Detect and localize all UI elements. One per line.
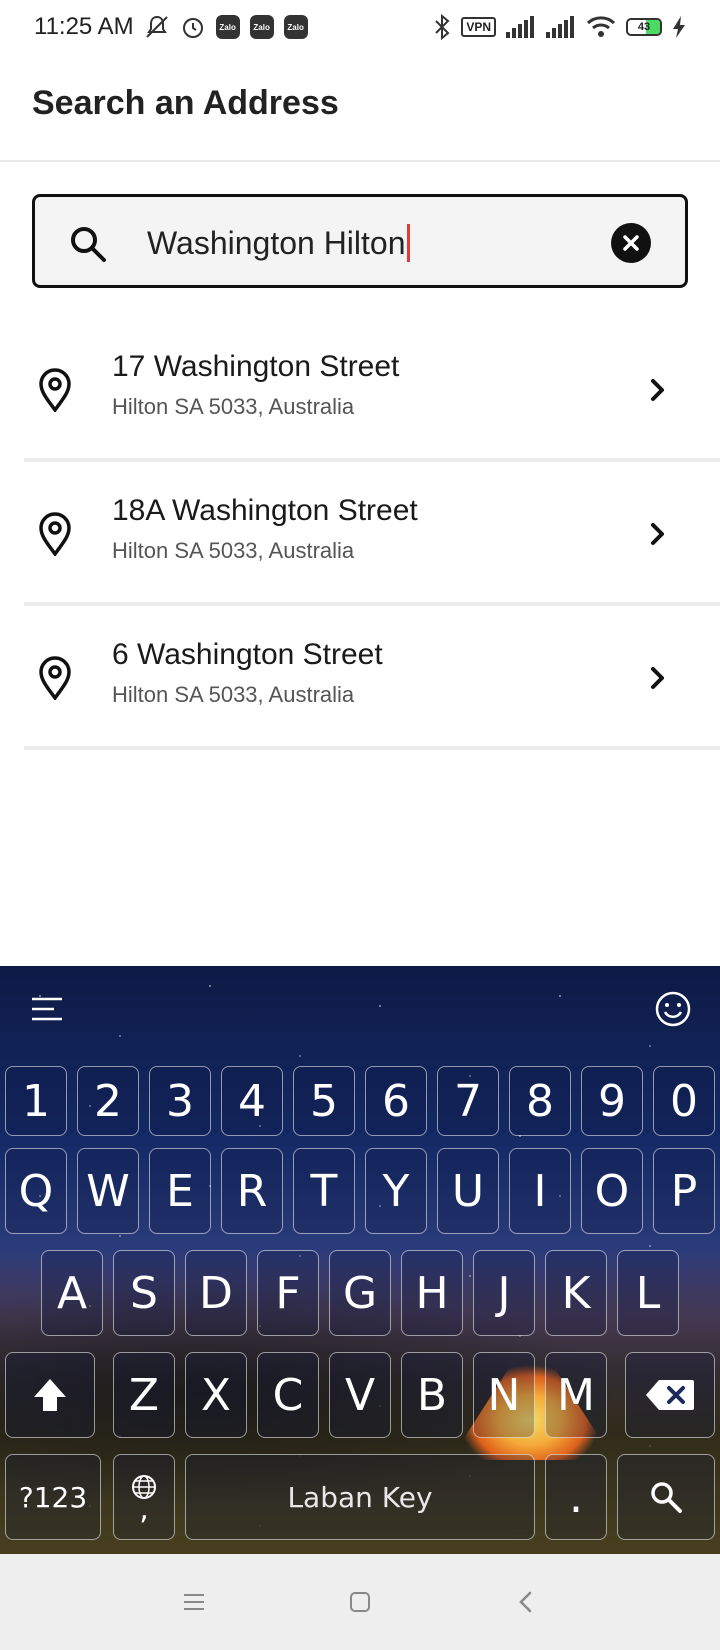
- signal-icon: [546, 16, 576, 38]
- result-subtitle: Hilton SA 5033, Australia: [112, 394, 355, 419]
- search-icon: [69, 225, 107, 263]
- clear-search-button[interactable]: [611, 223, 651, 263]
- shift-icon: [34, 1379, 66, 1411]
- key-t[interactable]: T: [293, 1148, 355, 1234]
- chevron-right-icon: [648, 376, 668, 404]
- recent-apps-button[interactable]: [176, 1584, 212, 1620]
- key-y[interactable]: Y: [365, 1148, 427, 1234]
- text-caret: [406, 224, 410, 262]
- chevron-right-icon: [648, 664, 668, 692]
- vpn-icon: VPN: [461, 17, 496, 37]
- key-e[interactable]: E: [149, 1148, 211, 1234]
- key-x[interactable]: X: [185, 1352, 247, 1438]
- status-time: 11:25 AM: [34, 13, 134, 40]
- key-2[interactable]: 2: [77, 1066, 139, 1136]
- address-result-item[interactable]: 17 Washington Street Hilton SA 5033, Aus…: [24, 318, 720, 462]
- key-r[interactable]: R: [221, 1148, 283, 1234]
- key-j[interactable]: J: [473, 1250, 535, 1336]
- close-icon: [623, 235, 639, 251]
- key-5[interactable]: 5: [293, 1066, 355, 1136]
- zalo-icon: Zalo: [283, 15, 308, 39]
- key-m[interactable]: M: [545, 1352, 607, 1438]
- key-b[interactable]: B: [401, 1352, 463, 1438]
- key-n[interactable]: N: [473, 1352, 535, 1438]
- key-f[interactable]: F: [257, 1250, 319, 1336]
- key-s[interactable]: S: [113, 1250, 175, 1336]
- search-icon: [651, 1482, 682, 1513]
- keyboard-toolbar: [0, 966, 720, 1050]
- key-g[interactable]: G: [329, 1250, 391, 1336]
- signal-icon: [506, 16, 536, 38]
- backspace-key[interactable]: [625, 1352, 715, 1438]
- on-screen-keyboard: 1 2 3 4 5 6 7 8 9 0 Q W E R T Y U I O P …: [0, 966, 720, 1554]
- key-u[interactable]: U: [437, 1148, 499, 1234]
- location-pin-icon: [38, 512, 72, 557]
- alarm-icon: [180, 14, 206, 40]
- location-pin-icon: [38, 368, 72, 413]
- key-l[interactable]: L: [617, 1250, 679, 1336]
- wifi-icon: [586, 15, 616, 39]
- status-bar: 11:25 AM Zalo Zalo Zalo VPN 43: [0, 0, 720, 54]
- key-9[interactable]: 9: [581, 1066, 643, 1136]
- emoji-icon[interactable]: [654, 990, 692, 1028]
- back-button[interactable]: [508, 1584, 544, 1620]
- keyboard-menu-icon[interactable]: [30, 996, 64, 1022]
- chevron-right-icon: [648, 520, 668, 548]
- space-key[interactable]: Laban Key: [185, 1454, 535, 1540]
- result-title: 17 Washington Street: [112, 350, 400, 383]
- key-z[interactable]: Z: [113, 1352, 175, 1438]
- key-q[interactable]: Q: [5, 1148, 67, 1234]
- key-7[interactable]: 7: [437, 1066, 499, 1136]
- key-w[interactable]: W: [77, 1148, 139, 1234]
- period-key[interactable]: .: [545, 1454, 607, 1540]
- app-header: Search an Address: [0, 54, 720, 162]
- page-title: Search an Address: [32, 84, 339, 122]
- shift-key[interactable]: [5, 1352, 95, 1438]
- result-title: 6 Washington Street: [112, 638, 383, 671]
- home-button[interactable]: [342, 1584, 378, 1620]
- address-search-box[interactable]: Washington Hilton: [32, 194, 688, 288]
- zalo-icon: Zalo: [249, 15, 274, 39]
- key-i[interactable]: I: [509, 1148, 571, 1234]
- key-6[interactable]: 6: [365, 1066, 427, 1136]
- key-a[interactable]: A: [41, 1250, 103, 1336]
- result-subtitle: Hilton SA 5033, Australia: [112, 682, 355, 707]
- result-title: 18A Washington Street: [112, 494, 418, 527]
- system-navigation-bar: [0, 1554, 720, 1650]
- language-comma-key[interactable]: ,: [113, 1454, 175, 1540]
- key-p[interactable]: P: [653, 1148, 715, 1234]
- bluetooth-icon: [433, 14, 451, 40]
- key-1[interactable]: 1: [5, 1066, 67, 1136]
- result-subtitle: Hilton SA 5033, Australia: [112, 538, 355, 563]
- zalo-icon: Zalo: [215, 15, 240, 39]
- key-3[interactable]: 3: [149, 1066, 211, 1136]
- key-c[interactable]: C: [257, 1352, 319, 1438]
- key-8[interactable]: 8: [509, 1066, 571, 1136]
- key-o[interactable]: O: [581, 1148, 643, 1234]
- search-input[interactable]: Washington Hilton: [147, 223, 410, 263]
- comma-label: ,: [139, 1492, 149, 1527]
- search-key[interactable]: [617, 1454, 715, 1540]
- backspace-icon: [646, 1380, 694, 1410]
- address-result-item[interactable]: 18A Washington Street Hilton SA 5033, Au…: [24, 462, 720, 606]
- battery-icon: 43: [626, 18, 662, 36]
- key-h[interactable]: H: [401, 1250, 463, 1336]
- search-input-value: Washington Hilton: [147, 224, 406, 261]
- address-result-item[interactable]: 6 Washington Street Hilton SA 5033, Aust…: [24, 606, 720, 750]
- symbols-key[interactable]: ?123: [5, 1454, 101, 1540]
- chevron-left-icon: [519, 1591, 532, 1613]
- key-d[interactable]: D: [185, 1250, 247, 1336]
- square-icon: [350, 1592, 370, 1612]
- mute-icon: [144, 14, 170, 40]
- key-4[interactable]: 4: [221, 1066, 283, 1136]
- location-pin-icon: [38, 656, 72, 701]
- menu-icon: [184, 1594, 204, 1610]
- key-v[interactable]: V: [329, 1352, 391, 1438]
- charging-icon: [672, 16, 686, 38]
- key-k[interactable]: K: [545, 1250, 607, 1336]
- key-0[interactable]: 0: [653, 1066, 715, 1136]
